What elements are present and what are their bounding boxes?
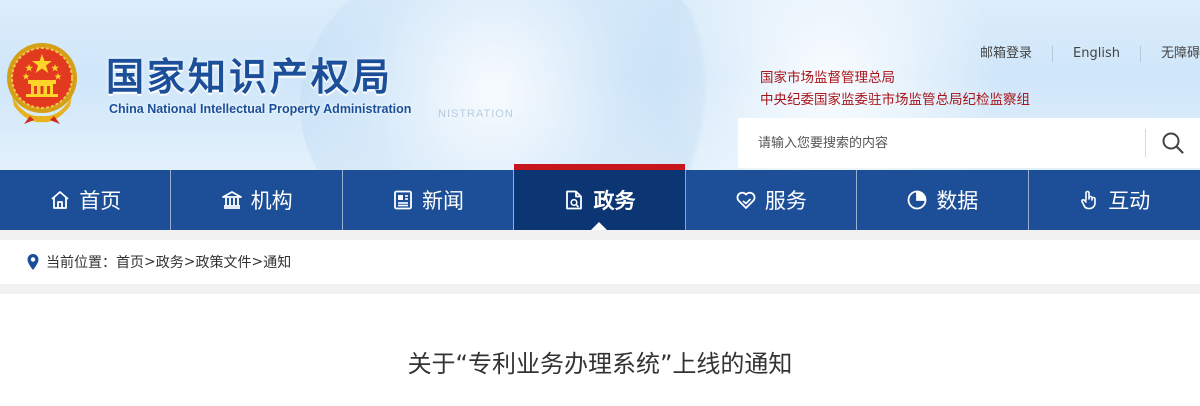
breadcrumb-policy-documents[interactable]: 政策文件 bbox=[195, 252, 251, 272]
accessibility-link[interactable]: 无障碍 bbox=[1141, 44, 1200, 64]
breadcrumb-notices[interactable]: 通知 bbox=[263, 252, 291, 272]
search-input[interactable] bbox=[738, 118, 1145, 168]
nav-item-institutions[interactable]: 机构 bbox=[171, 170, 343, 230]
affiliation-samr[interactable]: 国家市场监督管理总局 bbox=[760, 67, 1030, 89]
nav-item-news[interactable]: 新闻 bbox=[343, 170, 515, 230]
english-link[interactable]: English bbox=[1053, 44, 1140, 64]
nav-item-data[interactable]: 数据 bbox=[857, 170, 1029, 230]
pie-chart-icon bbox=[906, 189, 928, 211]
top-links: 邮箱登录 English 无障碍 bbox=[960, 44, 1200, 64]
hand-pointer-icon bbox=[1078, 189, 1100, 211]
breadcrumb-bar: 当前位置： 首页 > 政务 > 政策文件 > 通知 bbox=[0, 230, 1200, 294]
building-icon bbox=[221, 189, 243, 211]
heart-hand-icon bbox=[735, 189, 757, 211]
nav-label: 数据 bbox=[936, 189, 979, 213]
breadcrumb-separator: > bbox=[183, 254, 196, 270]
breadcrumb-government-affairs[interactable]: 政务 bbox=[156, 252, 184, 272]
document-icon bbox=[563, 189, 585, 211]
search-box bbox=[738, 118, 1200, 168]
nav-label: 服务 bbox=[764, 189, 807, 213]
site-logo-subtitle[interactable]: China National Intellectual Property Adm… bbox=[109, 102, 411, 116]
nav-label: 政务 bbox=[593, 189, 636, 213]
header-watermark: NISTRATION bbox=[438, 108, 514, 120]
breadcrumb: 当前位置： 首页 > 政务 > 政策文件 > 通知 bbox=[0, 240, 1200, 284]
national-emblem-icon[interactable] bbox=[4, 40, 80, 124]
main-nav: 首页 机构 新闻 政务 服务 数据 互动 bbox=[0, 164, 1200, 230]
search-icon bbox=[1162, 132, 1184, 154]
location-pin-icon bbox=[26, 253, 40, 271]
site-logo-title[interactable]: 国家知识产权局 bbox=[106, 46, 393, 101]
mail-login-link[interactable]: 邮箱登录 bbox=[960, 44, 1052, 64]
affiliations: 国家市场监督管理总局 中央纪委国家监委驻市场监管总局纪检监察组 bbox=[760, 67, 1030, 111]
breadcrumb-separator: > bbox=[144, 254, 156, 270]
home-icon bbox=[49, 189, 71, 211]
affiliation-discipline-group[interactable]: 中央纪委国家监委驻市场监管总局纪检监察组 bbox=[760, 89, 1030, 111]
nav-label: 首页 bbox=[79, 189, 122, 213]
breadcrumb-prefix: 当前位置： bbox=[46, 255, 116, 271]
site-header: NISTRATION 国家知识产权局 China National Intell… bbox=[0, 0, 1200, 170]
nav-item-services[interactable]: 服务 bbox=[686, 170, 858, 230]
article-title: 关于“专利业务办理系统”上线的通知 bbox=[407, 350, 793, 378]
breadcrumb-home[interactable]: 首页 bbox=[116, 252, 144, 272]
breadcrumb-separator: > bbox=[251, 254, 264, 270]
nav-label: 机构 bbox=[250, 189, 293, 213]
newspaper-icon bbox=[392, 189, 414, 211]
search-button[interactable] bbox=[1146, 118, 1200, 168]
nav-item-interaction[interactable]: 互动 bbox=[1029, 170, 1200, 230]
nav-label: 新闻 bbox=[422, 189, 465, 213]
nav-label: 互动 bbox=[1108, 189, 1151, 213]
nav-item-home[interactable]: 首页 bbox=[0, 170, 172, 230]
nav-item-government-affairs[interactable]: 政务 bbox=[514, 164, 686, 230]
